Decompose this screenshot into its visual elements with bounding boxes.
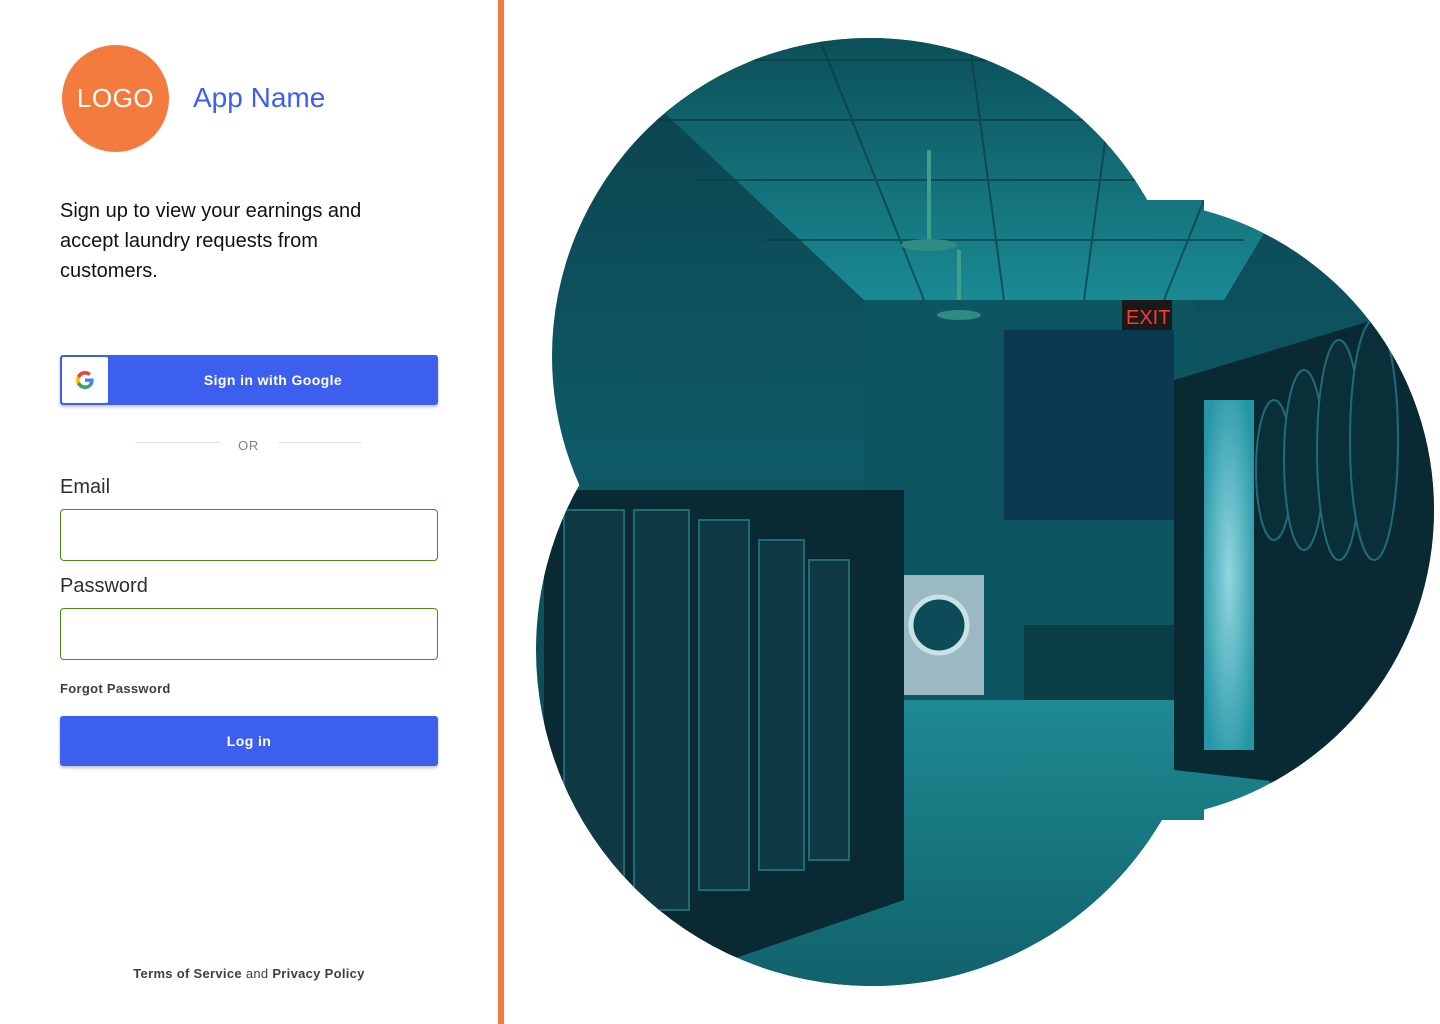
hero-image-clip: EXIT (536, 38, 1434, 986)
terms-of-service-link[interactable]: Terms of Service (133, 966, 242, 981)
google-signin-label: Sign in with Google (203, 372, 343, 388)
signup-page: LOGO App Name Sign up to view your earni… (0, 0, 1440, 1024)
password-field[interactable] (60, 608, 438, 660)
logo-text: LOGO (76, 83, 155, 113)
logo: LOGO (62, 45, 169, 152)
signup-panel: LOGO App Name Sign up to view your earni… (0, 0, 498, 1024)
login-button[interactable]: Log in (60, 716, 438, 766)
email-field[interactable] (60, 509, 438, 561)
legal-footer: Terms of Service and Privacy Policy (0, 966, 498, 981)
tagline: Sign up to view your earnings and accept… (60, 200, 362, 282)
google-signin-button[interactable]: Sign in with Google (60, 355, 438, 405)
privacy-policy-link[interactable]: Privacy Policy (272, 966, 364, 981)
hero-panel: EXIT (504, 0, 1440, 1024)
forgot-password-link[interactable]: Forgot Password (60, 681, 171, 696)
separator-line-right (278, 442, 362, 443)
password-label: Password (60, 575, 148, 597)
or-separator: OR (135, 436, 362, 454)
footer-conjunction: and (245, 966, 269, 981)
laundromat-hero-image: EXIT (536, 38, 1434, 986)
google-icon-box (62, 357, 108, 403)
exit-sign-text: EXIT (1126, 307, 1170, 329)
app-name: App Name (193, 82, 326, 113)
email-label: Email (60, 476, 111, 498)
or-text: OR (238, 438, 259, 453)
google-g-icon (76, 371, 94, 389)
